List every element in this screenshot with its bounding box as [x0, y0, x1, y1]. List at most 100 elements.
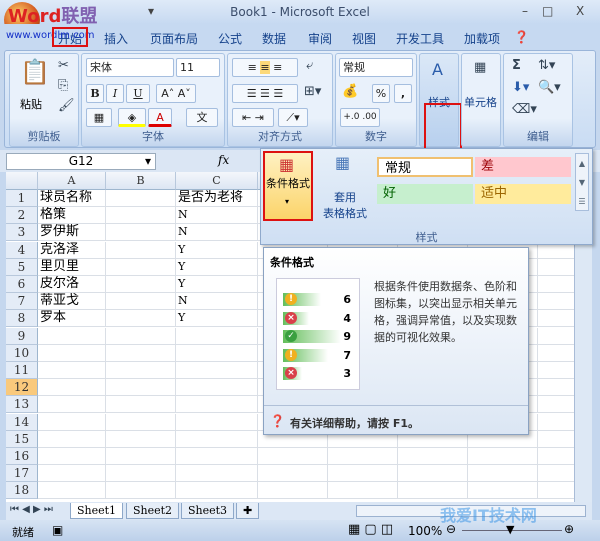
- row-header[interactable]: 14: [6, 413, 38, 431]
- tab-insert[interactable]: 插入: [104, 30, 128, 47]
- row-header[interactable]: 7: [6, 293, 38, 311]
- cell[interactable]: [538, 259, 574, 276]
- paste-icon[interactable]: 📋: [20, 58, 50, 86]
- comma-button[interactable]: ,: [394, 84, 412, 103]
- cell[interactable]: [328, 482, 398, 500]
- tab-view[interactable]: 视图: [352, 30, 376, 47]
- cell[interactable]: [106, 430, 176, 448]
- tab-page-layout[interactable]: 页面布局: [150, 30, 198, 47]
- sort-filter-icon[interactable]: ⇅▾: [538, 58, 555, 73]
- row-header[interactable]: 12: [6, 379, 38, 397]
- cell[interactable]: [38, 482, 106, 500]
- cell[interactable]: [538, 293, 574, 311]
- cell[interactable]: [106, 276, 176, 293]
- sheet-tab-3[interactable]: Sheet3: [181, 503, 235, 519]
- zoom-in-icon[interactable]: ⊕: [564, 522, 574, 536]
- cell[interactable]: N: [176, 224, 258, 242]
- cell[interactable]: [468, 465, 538, 483]
- phonetic-icon[interactable]: 文: [186, 108, 218, 127]
- cell[interactable]: [106, 362, 176, 379]
- cell[interactable]: [106, 344, 176, 362]
- quick-access-dropdown[interactable]: ▾: [148, 4, 154, 18]
- cell[interactable]: [258, 465, 328, 483]
- cell[interactable]: [106, 482, 176, 500]
- cell[interactable]: [398, 448, 468, 465]
- fill-color-icon[interactable]: ◈: [118, 108, 146, 127]
- cell[interactable]: [258, 448, 328, 465]
- cells-button[interactable]: ▦ 单元格: [461, 53, 501, 147]
- conditional-format-button[interactable]: ▦ 条件格式 ▾: [263, 151, 313, 221]
- currency-icon[interactable]: 💰: [342, 84, 358, 99]
- cell-style-normal[interactable]: 常规: [377, 157, 473, 177]
- row-header[interactable]: 9: [6, 327, 38, 345]
- cell[interactable]: [106, 258, 176, 276]
- cell[interactable]: [398, 465, 468, 483]
- cell[interactable]: [38, 327, 106, 345]
- row-header[interactable]: 6: [6, 276, 38, 293]
- row-header[interactable]: 18: [6, 482, 38, 500]
- cell[interactable]: [176, 413, 258, 431]
- sheet-tab-1[interactable]: Sheet1: [70, 503, 124, 519]
- cell[interactable]: 罗伊斯: [38, 224, 106, 242]
- cell[interactable]: [106, 190, 176, 207]
- percent-button[interactable]: %: [372, 84, 390, 103]
- cell[interactable]: [106, 224, 176, 242]
- cell[interactable]: [38, 448, 106, 465]
- tab-developer[interactable]: 开发工具: [396, 30, 444, 47]
- cell[interactable]: [106, 465, 176, 483]
- cell[interactable]: 皮尔洛: [38, 276, 106, 293]
- font-grow-shrink-icon[interactable]: A˄ A˅: [156, 84, 196, 103]
- cell[interactable]: [538, 482, 574, 500]
- cell[interactable]: Y: [176, 276, 258, 293]
- cell[interactable]: [176, 465, 258, 483]
- cell[interactable]: [176, 327, 258, 345]
- cell[interactable]: [538, 448, 574, 465]
- cell[interactable]: [468, 482, 538, 500]
- tab-review[interactable]: 审阅: [308, 30, 332, 47]
- help-icon[interactable]: ❓: [514, 30, 529, 44]
- cell[interactable]: N: [176, 207, 258, 225]
- row-header[interactable]: 3: [6, 224, 38, 242]
- minimize-button[interactable]: –: [522, 4, 528, 18]
- horizontal-align-buttons[interactable]: ☰ ☰ ☰: [232, 84, 298, 103]
- tab-addins[interactable]: 加载项: [464, 30, 500, 47]
- cut-icon[interactable]: ✂: [58, 58, 69, 73]
- cell[interactable]: [38, 344, 106, 362]
- cell[interactable]: [538, 328, 574, 345]
- cell[interactable]: [106, 327, 176, 345]
- column-header[interactable]: A: [38, 172, 106, 190]
- merge-icon[interactable]: ⊞▾: [304, 84, 321, 99]
- underline-button[interactable]: U: [126, 84, 150, 103]
- cell[interactable]: [176, 344, 258, 362]
- cell[interactable]: [176, 396, 258, 414]
- row-header[interactable]: 1: [6, 190, 38, 207]
- cell[interactable]: [468, 448, 538, 465]
- number-format-select[interactable]: 常规: [339, 58, 413, 77]
- row-header[interactable]: 17: [6, 465, 38, 483]
- cell[interactable]: [538, 362, 574, 379]
- find-icon[interactable]: 🔍▾: [538, 80, 561, 95]
- cell[interactable]: [176, 448, 258, 465]
- view-buttons[interactable]: ▦ ▢ ◫: [348, 522, 393, 537]
- cell[interactable]: [38, 413, 106, 431]
- cell[interactable]: [106, 241, 176, 259]
- cell[interactable]: 里贝里: [38, 258, 106, 276]
- cell[interactable]: [38, 379, 106, 397]
- cell[interactable]: [398, 482, 468, 500]
- cell[interactable]: [538, 276, 574, 293]
- autosum-button[interactable]: Σ: [512, 58, 521, 73]
- cell[interactable]: [106, 379, 176, 397]
- cell[interactable]: [106, 396, 176, 414]
- cell[interactable]: [538, 414, 574, 431]
- styles-gallery-scroll[interactable]: ▲ ▼ ☰: [575, 153, 589, 211]
- cell[interactable]: 罗本: [38, 310, 106, 328]
- cell[interactable]: [106, 413, 176, 431]
- cell-style-bad[interactable]: 差: [475, 157, 571, 177]
- row-header[interactable]: 8: [6, 310, 38, 328]
- fill-icon[interactable]: ⬇▾: [512, 80, 529, 95]
- row-header[interactable]: 16: [6, 448, 38, 465]
- cell-style-good[interactable]: 好: [377, 184, 473, 204]
- row-header[interactable]: 11: [6, 362, 38, 379]
- row-header[interactable]: 10: [6, 344, 38, 362]
- copy-icon[interactable]: ⎘: [58, 78, 68, 93]
